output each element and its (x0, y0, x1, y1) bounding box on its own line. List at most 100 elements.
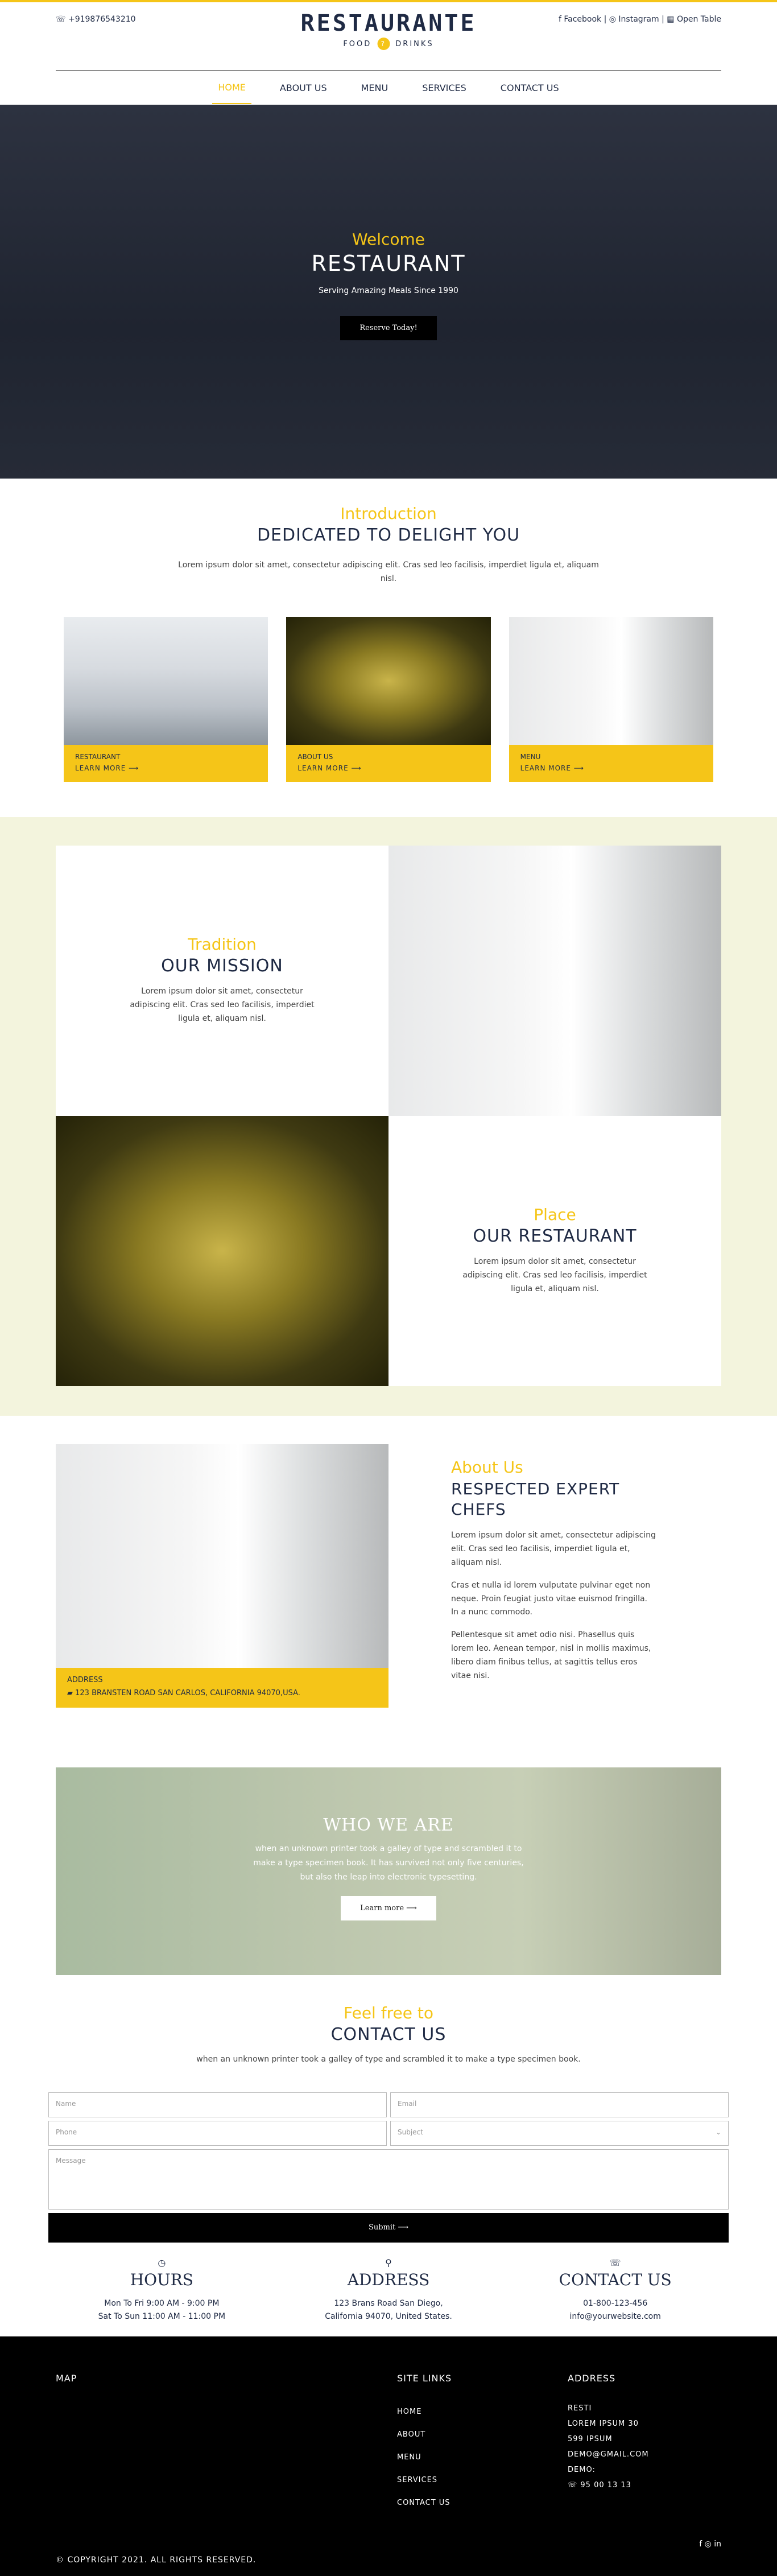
card-image (509, 616, 713, 745)
contact-title: CONTACT US (330, 2024, 447, 2045)
contact-phone[interactable]: 01-800-123-456 (502, 2297, 729, 2311)
tunnel-image (56, 1115, 388, 1386)
footer-email[interactable]: DEMO@GMAIL.COM (568, 2447, 649, 2462)
footer-address-line: RESTI (568, 2404, 592, 2413)
place-title: OUR RESTAURANT (473, 1226, 637, 1247)
clock-icon: ◷ (158, 2257, 166, 2268)
footer-social-icons[interactable]: f ◎ in (699, 2540, 721, 2549)
about-kicker: About Us (451, 1457, 523, 1477)
mission-text: Lorem ipsum dolor sit amet, consectetur … (130, 987, 315, 1023)
address-line-2: California 94070, United States. (325, 2312, 452, 2322)
learn-more-link[interactable]: LEARN MORE ⟶ (520, 764, 702, 772)
living-room-image (388, 845, 721, 1116)
instagram-link[interactable]: ◎ Instagram | (609, 15, 664, 24)
submit-button[interactable]: Submit ⟶ (48, 2212, 729, 2243)
address-title: ADDRESS (347, 2270, 430, 2289)
footer-link-contact[interactable]: CONTACT US (397, 2492, 452, 2515)
footer-address-line: DEMO: (568, 2466, 596, 2475)
header-social-links: f Facebook | ◎ Instagram | ▦ Open Table (559, 15, 721, 24)
contact-block: ☏ CONTACT US 01-800-123-456 info@yourwebs… (502, 2257, 729, 2324)
logo-subtitle: FOOD ? DRINKS (301, 38, 477, 50)
who-we-are-section: WHO WE ARE when an unknown printer took … (56, 1767, 721, 1975)
card-label: ABOUT US (297, 752, 333, 761)
about-paragraph-1: Lorem ipsum dolor sit amet, consectetur … (451, 1531, 656, 1567)
map-pin-icon: ⚲ (385, 2257, 392, 2268)
logo[interactable]: RESTAURANTE FOOD ? DRINKS (301, 10, 477, 50)
footer-site-links: SITE LINKS HOME ABOUT MENU SERVICES CONT… (397, 2373, 452, 2515)
hours-block: ◷ HOURS Mon To Fri 9:00 AM - 9:00 PM Sat … (48, 2257, 275, 2324)
place-tile: Place OUR RESTAURANT Lorem ipsum dolor s… (388, 1115, 721, 1386)
facebook-link[interactable]: f Facebook | (559, 15, 606, 24)
learn-more-button[interactable]: Learn more ⟶ (341, 1896, 436, 1921)
hero-kicker: Welcome (352, 230, 425, 249)
footer-link-services[interactable]: SERVICES (397, 2469, 452, 2492)
address-label: ADDRESS (67, 1675, 103, 1684)
about-image: ADDRESS ▰ 123 BRANSTEN ROAD SAN CARLOS, … (56, 1444, 388, 1708)
phone-field[interactable]: Phone (48, 2120, 387, 2146)
site-header: ☏ +919876543210 RESTAURANTE FOOD ? DRINK… (0, 2, 777, 71)
logo-drinks: DRINKS (395, 39, 434, 48)
opentable-link[interactable]: ▦ Open Table (667, 15, 721, 24)
who-text: when an unknown printer took a galley of… (253, 1844, 524, 1882)
name-field[interactable]: Name (48, 2092, 387, 2117)
hours-weekdays: Mon To Fri 9:00 AM - 9:00 PM (104, 2298, 220, 2308)
footer-address: ADDRESS RESTI LOREM IPSUM 30 599 IPSUM D… (568, 2373, 649, 2493)
footer-address-title: ADDRESS (568, 2373, 616, 2384)
phone-icon: ☏ (609, 2257, 621, 2268)
hero-title: RESTAURANT (311, 251, 466, 276)
subject-select[interactable]: Subject ⌄ (390, 2120, 729, 2146)
card-image (286, 616, 491, 745)
about-paragraph-2: Cras et nulla id lorem vulputate pulvina… (451, 1580, 651, 1617)
main-nav: HOME ABOUT US MENU SERVICES CONTACT US (0, 71, 777, 105)
footer-link-home[interactable]: HOME (397, 2401, 452, 2423)
reserve-button[interactable]: Reserve Today! (340, 316, 437, 340)
who-title: WHO WE ARE (323, 1815, 454, 1835)
logo-icon: ? (377, 38, 390, 50)
nav-home[interactable]: HOME (212, 72, 251, 104)
card-band: MENU LEARN MORE ⟶ (509, 744, 713, 782)
contact-text: when an unknown printer took a galley of… (196, 2054, 581, 2064)
footer-address-line: LOREM IPSUM 30 (568, 2420, 639, 2429)
nav-services[interactable]: SERVICES (416, 72, 472, 104)
logo-food: FOOD (343, 39, 372, 48)
learn-more-link[interactable]: LEARN MORE ⟶ (297, 764, 479, 772)
nav-menu[interactable]: MENU (356, 72, 394, 104)
about-section: ADDRESS ▰ 123 BRANSTEN ROAD SAN CARLOS, … (56, 1444, 721, 1708)
nav-contact[interactable]: CONTACT US (495, 72, 565, 104)
hours-weekend: Sat To Sun 11:00 AM - 11:00 PM (98, 2312, 226, 2322)
mission-kicker: Tradition (188, 935, 257, 954)
address-band: ADDRESS ▰ 123 BRANSTEN ROAD SAN CARLOS, … (56, 1667, 388, 1708)
nav-about[interactable]: ABOUT US (274, 72, 333, 104)
email-field[interactable]: Email (390, 2092, 729, 2117)
card-menu[interactable]: MENU LEARN MORE ⟶ (509, 616, 713, 782)
intro-title: DEDICATED TO DELIGHT YOU (257, 525, 520, 545)
intro-section: Introduction DEDICATED TO DELIGHT YOU Lo… (0, 479, 777, 817)
footer-links-title: SITE LINKS (397, 2373, 452, 2384)
card-label: MENU (520, 752, 541, 761)
logo-title: RESTAURANTE (300, 10, 477, 36)
mission-section: Tradition OUR MISSION Lorem ipsum dolor … (0, 817, 777, 1416)
address-line-1: 123 Brans Road San Diego, (334, 2298, 443, 2308)
card-restaurant[interactable]: RESTAURANT LEARN MORE ⟶ (64, 616, 268, 782)
footer-phone[interactable]: ☏ 95 00 13 13 (568, 2478, 649, 2493)
card-about[interactable]: ABOUT US LEARN MORE ⟶ (286, 616, 491, 782)
contact-email[interactable]: info@yourwebsite.com (502, 2310, 729, 2324)
card-image (64, 616, 268, 745)
about-text-block: About Us RESPECTED EXPERT CHEFS Lorem ip… (451, 1444, 656, 1708)
card-band: ABOUT US LEARN MORE ⟶ (286, 744, 491, 782)
footer-link-menu[interactable]: MENU (397, 2446, 452, 2469)
phone-number[interactable]: ☏ +919876543210 (56, 15, 136, 24)
contact-form: Name Email Phone Subject ⌄ Message Submit… (48, 2092, 729, 2243)
card-band: RESTAURANT LEARN MORE ⟶ (64, 744, 268, 782)
mission-title: OUR MISSION (161, 956, 283, 976)
hours-title: HOURS (130, 2270, 193, 2289)
mission-tile: Tradition OUR MISSION Lorem ipsum dolor … (56, 845, 388, 1116)
message-field[interactable]: Message (48, 2149, 729, 2210)
intro-cards: RESTAURANT LEARN MORE ⟶ ABOUT US LEARN M… (64, 616, 713, 782)
about-paragraph-3: Pellentesque sit amet odio nisi. Phasell… (451, 1630, 651, 1680)
copyright: © COPYRIGHT 2021. ALL RIGHTS RESERVED. (56, 2556, 257, 2565)
footer-link-about[interactable]: ABOUT (397, 2423, 452, 2446)
hero-section: Welcome RESTAURANT Serving Amazing Meals… (0, 105, 777, 479)
address-block: ⚲ ADDRESS 123 Brans Road San Diego, Calif… (275, 2257, 502, 2324)
learn-more-link[interactable]: LEARN MORE ⟶ (75, 764, 257, 772)
